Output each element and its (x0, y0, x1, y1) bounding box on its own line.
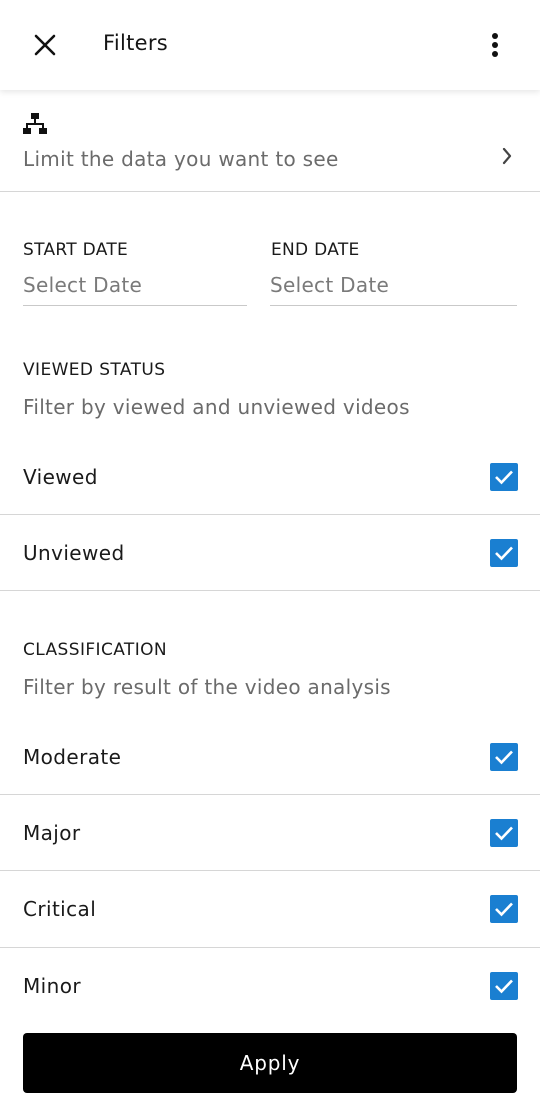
start-date-label: START DATE (23, 240, 129, 260)
divider (0, 191, 540, 192)
option-major[interactable]: Major (0, 795, 540, 871)
viewed-status-heading: VIEWED STATUS (23, 360, 166, 380)
checkbox-unviewed[interactable] (490, 539, 518, 567)
close-icon (34, 34, 56, 56)
checkmark-icon (495, 470, 513, 485)
checkmark-icon (495, 826, 513, 841)
app-bar: Filters (0, 0, 540, 90)
option-label: Viewed (23, 465, 98, 489)
option-viewed[interactable]: Viewed (0, 439, 540, 515)
option-critical[interactable]: Critical (0, 871, 540, 947)
checkmark-icon (495, 979, 513, 994)
divider (0, 590, 540, 591)
start-date-field[interactable]: Select Date (23, 268, 247, 306)
end-date-label: END DATE (271, 240, 360, 260)
checkmark-icon (495, 750, 513, 765)
classification-subtitle: Filter by result of the video analysis (23, 675, 391, 699)
option-label: Moderate (23, 745, 122, 769)
apply-button[interactable]: Apply (23, 1033, 517, 1093)
page-title: Filters (103, 31, 169, 55)
checkbox-moderate[interactable] (490, 743, 518, 771)
checkmark-icon (495, 902, 513, 917)
classification-heading: CLASSIFICATION (23, 640, 168, 660)
hierarchy-icon (23, 113, 47, 134)
close-button[interactable] (28, 28, 62, 62)
checkbox-minor[interactable] (490, 972, 518, 1000)
option-unviewed[interactable]: Unviewed (0, 515, 540, 591)
checkbox-critical[interactable] (490, 895, 518, 923)
more-vertical-icon (492, 33, 498, 57)
option-minor[interactable]: Minor (0, 948, 540, 1024)
viewed-status-subtitle: Filter by viewed and unviewed videos (23, 395, 410, 419)
option-label: Major (23, 821, 81, 845)
option-label: Minor (23, 974, 81, 998)
option-moderate[interactable]: Moderate (0, 719, 540, 795)
more-options-button[interactable] (478, 28, 512, 62)
option-label: Critical (23, 897, 97, 921)
checkbox-viewed[interactable] (490, 463, 518, 491)
end-date-field[interactable]: Select Date (270, 268, 517, 306)
limit-data-label: Limit the data you want to see (23, 147, 339, 171)
checkmark-icon (495, 546, 513, 561)
option-label: Unviewed (23, 541, 125, 565)
checkbox-major[interactable] (490, 819, 518, 847)
chevron-right-icon (502, 147, 512, 165)
